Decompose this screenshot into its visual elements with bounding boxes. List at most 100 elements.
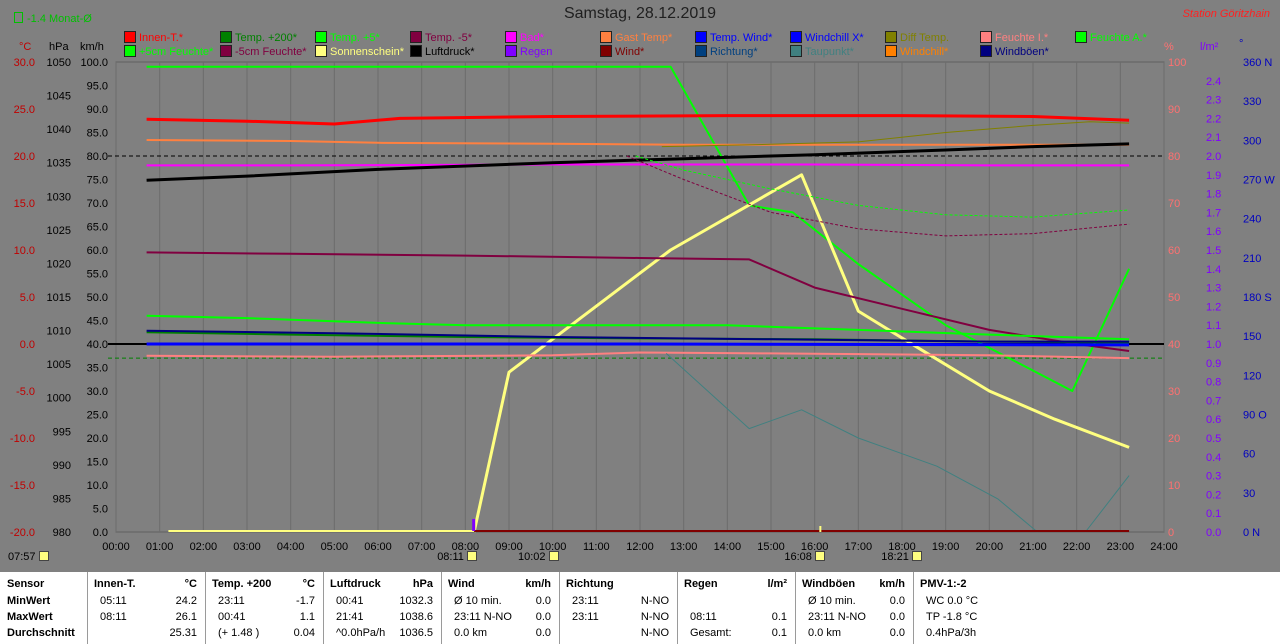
sun-icon	[814, 551, 825, 561]
legend-item[interactable]: Richtung*	[695, 45, 758, 59]
legend-label: +5cm Feuchte*	[139, 46, 214, 58]
legend-item[interactable]: Innen-T.*	[124, 31, 183, 45]
legend-label: Windböen*	[995, 46, 1049, 58]
legend-label: Feuchte I.*	[995, 32, 1049, 44]
table-cell: PMV-1:-2	[920, 578, 967, 590]
y-tick-label-kmh: 35.0	[87, 363, 108, 375]
legend-item[interactable]: Feuchte I.*	[980, 31, 1048, 45]
event-marker: 16:08	[784, 551, 827, 563]
legend-label: Regen	[520, 46, 553, 58]
legend-item[interactable]: Bad*	[505, 31, 544, 45]
table-cell: Regen	[684, 578, 718, 590]
x-tick-label: 05:00	[321, 541, 349, 553]
legend-label: -5cm Feuchte*	[235, 46, 307, 58]
legend-item[interactable]: Sonnenschein*	[315, 45, 404, 59]
legend-item[interactable]: Feuchte A.*	[1075, 31, 1147, 45]
y-tick-label-pct: 90	[1168, 104, 1180, 116]
table-cell: 08:11	[100, 611, 127, 623]
y-tick-label-pct: 10	[1168, 480, 1180, 492]
y-tick-label-kmh: 90.0	[87, 104, 108, 116]
legend-item[interactable]: Wind*	[600, 45, 644, 59]
axis-head-hpa: hPa	[49, 41, 69, 53]
table-cell: 08:11	[690, 611, 717, 623]
legend-item[interactable]: Temp. +5*	[315, 31, 380, 45]
table-cell: Ø 10 min.	[454, 595, 502, 607]
y-tick-label-kmh: 10.0	[87, 480, 108, 492]
y-tick-label-lm2: 2.1	[1206, 132, 1221, 144]
legend-item[interactable]: Temp. +200*	[220, 31, 297, 45]
y-tick-label-lm2: 0.7	[1206, 395, 1221, 407]
table-cell: 0.0	[535, 627, 551, 639]
axis-head-temp: °C	[19, 41, 32, 53]
table-column: Temp. +200 °C 23:11 -1.7 00:41 1.1 (+ 1.48 ) 0.…	[206, 572, 324, 644]
legend-swatch	[885, 45, 897, 57]
table-cell: Innen-T.	[94, 578, 136, 590]
y-tick-label-lm2: 1.8	[1206, 189, 1221, 201]
y-tick-label-lm2: 0.5	[1206, 433, 1221, 445]
legend-swatch	[220, 31, 232, 43]
legend-label: Temp. +5*	[330, 32, 380, 44]
legend-label: Feuchte A.*	[1090, 32, 1147, 44]
chart-canvas: 00:00 01:00 02:00 03:00 04:00 05:00 06:00 07:00…	[10, 57, 1275, 553]
legend-item[interactable]: Taupunkt*	[790, 45, 854, 59]
sun-icon	[548, 551, 559, 561]
table-cell: 21:41	[336, 611, 364, 623]
legend-item[interactable]: Gast Temp*	[600, 31, 672, 45]
y-tick-label-temp: 15.0	[14, 198, 35, 210]
y-tick-label-lm2: 1.5	[1206, 245, 1221, 257]
rain-bar	[472, 519, 476, 531]
table-cell: km/h	[525, 578, 551, 590]
legend-label: Windchill X*	[805, 32, 864, 44]
sun-tick	[819, 526, 822, 532]
x-tick-label: 23:00	[1107, 541, 1135, 553]
y-tick-label-kmh: 50.0	[87, 292, 108, 304]
table-cell: km/h	[879, 578, 905, 590]
legend-item[interactable]: +5cm Feuchte*	[124, 45, 213, 59]
legend-item[interactable]: Windböen*	[980, 45, 1049, 59]
y-tick-label-hpa: 1040	[47, 124, 71, 136]
y-tick-label-lm2: 1.4	[1206, 264, 1221, 276]
legend-swatch	[410, 45, 422, 57]
y-tick-label-hpa: 1035	[47, 158, 71, 170]
y-tick-label-lm2: 1.0	[1206, 339, 1221, 351]
legend-label: Bad*	[520, 32, 544, 44]
legend-item[interactable]: Windchill*	[885, 45, 948, 59]
y-tick-label-temp: -20.0	[10, 527, 35, 539]
y-tick-label-lm2: 0.8	[1206, 377, 1221, 389]
axis-head-deg: °	[1239, 38, 1244, 50]
legend-item[interactable]: Luftdruck*	[410, 45, 475, 59]
y-tick-label-temp: -5.0	[16, 386, 35, 398]
table-cell: 24.2	[175, 595, 197, 607]
table-cell: (+ 1.48 )	[218, 627, 260, 639]
x-tick-label: 11:00	[583, 541, 610, 553]
legend-swatch	[124, 31, 136, 43]
legend-label: Sonnenschein*	[330, 46, 405, 58]
legend-label: Wind*	[615, 46, 645, 58]
legend-label: Richtung*	[710, 46, 758, 58]
table-cell: N-NO	[640, 627, 669, 639]
table-cell: 23:11	[572, 595, 599, 607]
y-tick-label-kmh: 15.0	[87, 457, 108, 469]
y-tick-label-hpa: 1045	[47, 91, 71, 103]
legend-item[interactable]: Windchill X*	[790, 31, 864, 45]
legend-item[interactable]: Regen	[505, 45, 552, 59]
table-cell: 26.1	[175, 611, 197, 623]
y-tick-label-pct: 30	[1168, 386, 1180, 398]
y-tick-label-kmh: 45.0	[87, 316, 108, 328]
legend-item[interactable]: Diff Temp.	[885, 31, 949, 45]
table-cell: 0.1	[771, 611, 787, 623]
legend-item[interactable]: -5cm Feuchte*	[220, 45, 307, 59]
y-tick-label-lm2: 0.0	[1206, 527, 1221, 539]
legend-swatch	[220, 45, 232, 57]
y-tick-label-temp: -15.0	[10, 480, 35, 492]
legend-swatch	[505, 45, 517, 57]
y-tick-label-deg: 180 S	[1243, 292, 1272, 304]
x-tick-label: 19:00	[932, 541, 960, 553]
y-tick-label-hpa: 1030	[47, 191, 71, 203]
table-column: PMV-1:-2 WC 0.0 °C TP -1.8 °C 0.4hPa/3h	[914, 572, 1034, 644]
legend-item[interactable]: Temp. Wind*	[695, 31, 772, 45]
legend-swatch	[505, 31, 517, 43]
x-tick-label: 00:00	[102, 541, 130, 553]
legend-item[interactable]: Temp. -5*	[410, 31, 472, 45]
y-tick-label-deg: 120	[1243, 370, 1261, 382]
